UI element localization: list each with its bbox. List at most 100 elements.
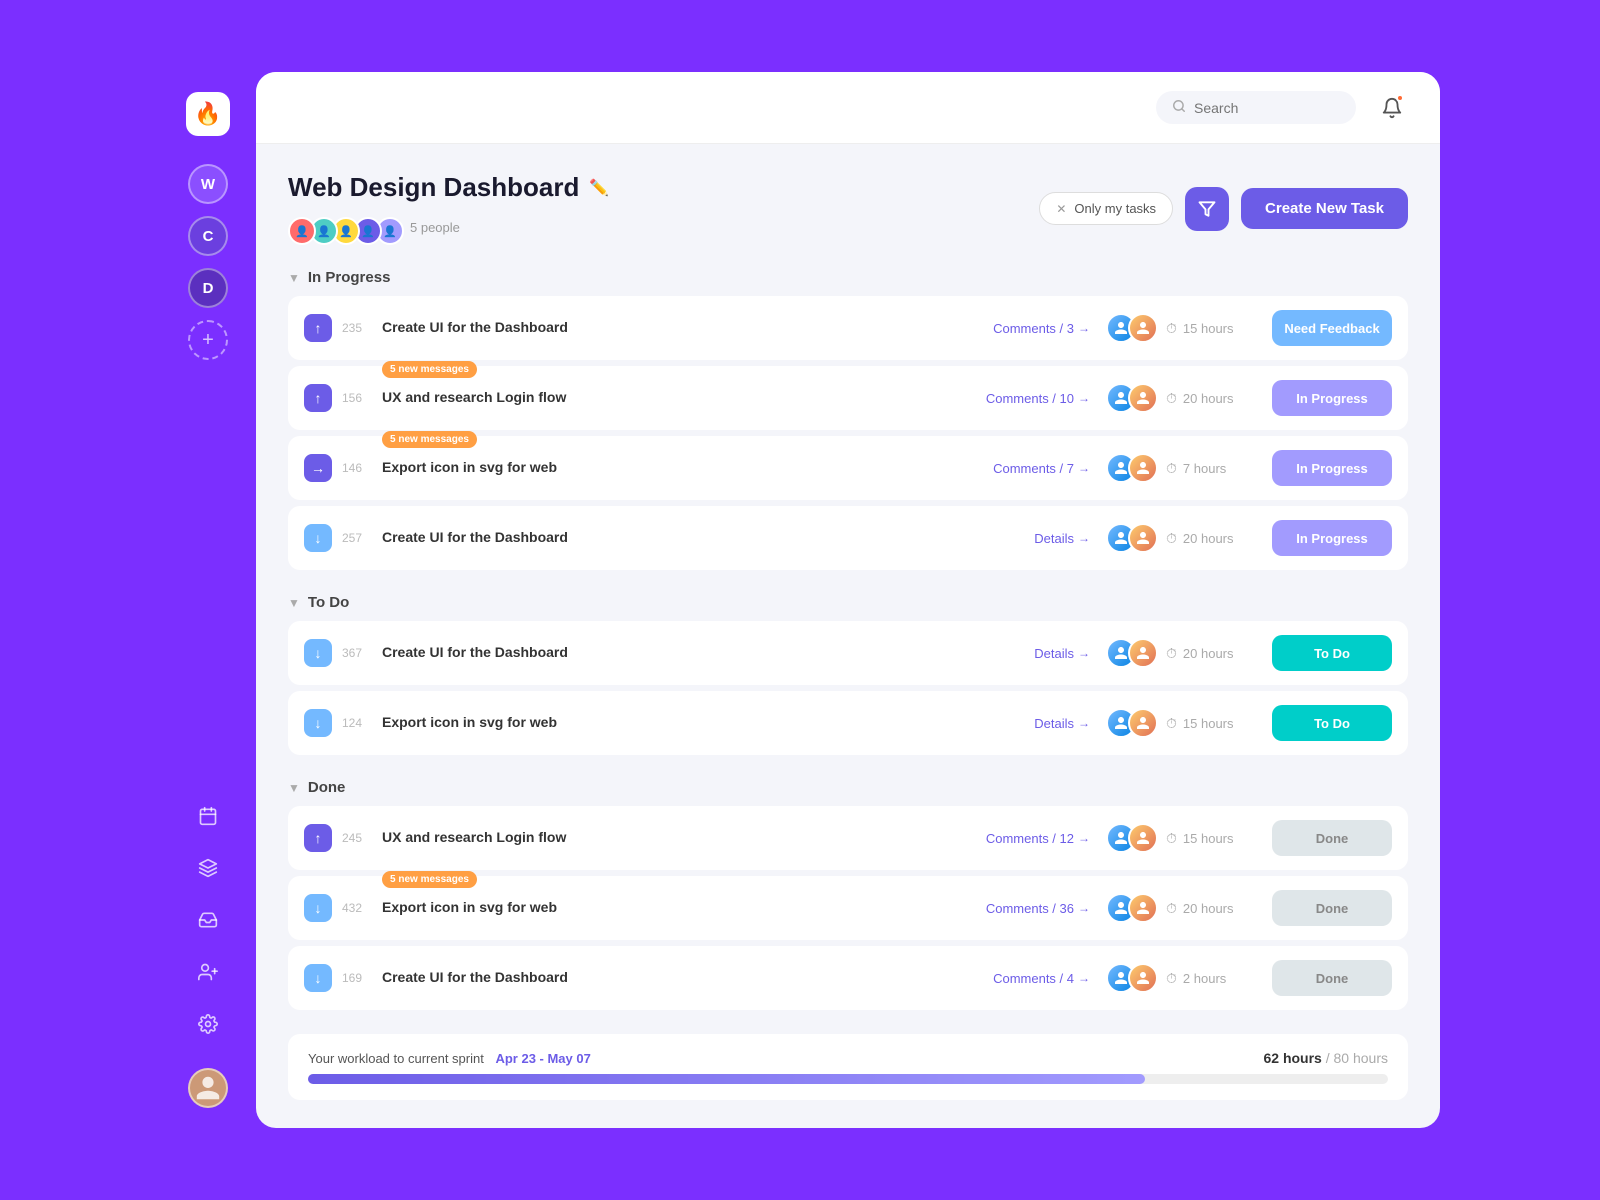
task-link[interactable]: Comments / 10 → bbox=[986, 391, 1090, 406]
task-assignees bbox=[1106, 823, 1150, 853]
task-hours: ⏱ 20 hours bbox=[1166, 390, 1256, 407]
layers-icon[interactable] bbox=[188, 848, 228, 888]
task-row: ↓ 367 Create UI for the Dashboard Detail… bbox=[288, 621, 1408, 685]
workload-hours: 62 hours / 80 hours bbox=[1263, 1050, 1388, 1066]
task-status-button[interactable]: Need Feedback bbox=[1272, 310, 1392, 346]
task-hours: ⏱ 20 hours bbox=[1166, 645, 1256, 662]
clock-icon: ⏱ bbox=[1166, 390, 1177, 407]
dashboard-header: Web Design Dashboard ✏️ 👤 👤 👤 👤 👤 5 peop… bbox=[288, 172, 1408, 245]
section-done: ▼ Done ↑ 245 UX and research Login flow … bbox=[288, 779, 1408, 1010]
clear-filter-icon[interactable]: ✕ bbox=[1056, 202, 1066, 216]
calendar-icon[interactable] bbox=[188, 796, 228, 836]
task-link[interactable]: Details → bbox=[1034, 716, 1090, 731]
clock-icon: ⏱ bbox=[1166, 970, 1177, 987]
task-status-button[interactable]: In Progress bbox=[1272, 380, 1392, 416]
task-name: Export icon in svg for web bbox=[382, 899, 557, 915]
task-name-area: Create UI for the Dashboard bbox=[382, 969, 993, 987]
task-status-button[interactable]: To Do bbox=[1272, 635, 1392, 671]
progress-bar-background bbox=[308, 1074, 1388, 1084]
task-link[interactable]: Comments / 7 → bbox=[993, 461, 1090, 476]
task-name: UX and research Login flow bbox=[382, 389, 566, 405]
section-header-in-progress[interactable]: ▼ In Progress bbox=[288, 269, 1408, 286]
task-row: ↓ 169 Create UI for the Dashboard Commen… bbox=[288, 946, 1408, 1010]
task-link[interactable]: Comments / 3 → bbox=[993, 321, 1090, 336]
task-link[interactable]: Comments / 36 → bbox=[986, 901, 1090, 916]
task-status-button[interactable]: Done bbox=[1272, 890, 1392, 926]
task-assignees bbox=[1106, 963, 1150, 993]
section-header-done[interactable]: ▼ Done bbox=[288, 779, 1408, 796]
task-status-button[interactable]: In Progress bbox=[1272, 450, 1392, 486]
workspace-w[interactable]: W bbox=[188, 164, 228, 204]
workspace-d[interactable]: D bbox=[188, 268, 228, 308]
edit-icon[interactable]: ✏️ bbox=[589, 178, 609, 198]
task-name: Create UI for the Dashboard bbox=[382, 319, 568, 335]
task-name: Create UI for the Dashboard bbox=[382, 969, 568, 985]
assignee-avatar-2 bbox=[1128, 963, 1158, 993]
task-assignees bbox=[1106, 523, 1150, 553]
section-header-to-do[interactable]: ▼ To Do bbox=[288, 594, 1408, 611]
tasks-container: ▼ In Progress ↑ 235 Create UI for the Da… bbox=[288, 269, 1408, 1010]
section-to-do: ▼ To Do ↓ 367 Create UI for the Dashboar… bbox=[288, 594, 1408, 755]
task-id: 146 bbox=[342, 461, 372, 475]
task-link[interactable]: Comments / 4 → bbox=[993, 971, 1090, 986]
assignee-avatar-2 bbox=[1128, 453, 1158, 483]
task-name: Export icon in svg for web bbox=[382, 459, 557, 475]
progress-bar-fill bbox=[308, 1074, 1145, 1084]
task-link[interactable]: Comments / 12 → bbox=[986, 831, 1090, 846]
settings-icon[interactable] bbox=[188, 1004, 228, 1044]
priority-icon: ↓ bbox=[304, 524, 332, 552]
inbox-icon[interactable] bbox=[188, 900, 228, 940]
assignee-avatar-2 bbox=[1128, 823, 1158, 853]
workload-section: Your workload to current sprint Apr 23 -… bbox=[288, 1034, 1408, 1100]
user-plus-icon[interactable] bbox=[188, 952, 228, 992]
app-logo[interactable]: 🔥 bbox=[186, 92, 230, 136]
assignee-avatar-2 bbox=[1128, 638, 1158, 668]
user-avatar[interactable] bbox=[188, 1068, 228, 1108]
task-assignees bbox=[1106, 893, 1150, 923]
only-my-tasks-filter[interactable]: ✕ Only my tasks bbox=[1039, 192, 1173, 225]
task-name: Create UI for the Dashboard bbox=[382, 644, 568, 660]
task-status-button[interactable]: Done bbox=[1272, 820, 1392, 856]
task-id: 235 bbox=[342, 321, 372, 335]
task-link[interactable]: Details → bbox=[1034, 531, 1090, 546]
section-title: Done bbox=[308, 779, 346, 796]
people-count: 5 people bbox=[410, 220, 460, 235]
hours-value: 15 hours bbox=[1183, 831, 1234, 846]
task-status-button[interactable]: Done bbox=[1272, 960, 1392, 996]
task-hours: ⏱ 7 hours bbox=[1166, 460, 1256, 477]
chevron-icon: ▼ bbox=[288, 596, 300, 610]
task-name: UX and research Login flow bbox=[382, 829, 566, 845]
task-link[interactable]: Details → bbox=[1034, 646, 1090, 661]
task-hours: ⏱ 15 hours bbox=[1166, 320, 1256, 337]
assignee-avatar-2 bbox=[1128, 383, 1158, 413]
add-workspace-button[interactable]: + bbox=[188, 320, 228, 360]
task-row: ↑ 235 Create UI for the Dashboard Commen… bbox=[288, 296, 1408, 360]
filter-button[interactable] bbox=[1185, 187, 1229, 231]
new-messages-badge: 5 new messages bbox=[382, 871, 477, 888]
search-box[interactable] bbox=[1156, 91, 1356, 124]
section-in-progress: ▼ In Progress ↑ 235 Create UI for the Da… bbox=[288, 269, 1408, 570]
dashboard-actions: ✕ Only my tasks Create New Task bbox=[1039, 187, 1408, 231]
new-messages-badge: 5 new messages bbox=[382, 361, 477, 378]
priority-icon: ↓ bbox=[304, 964, 332, 992]
task-assignees bbox=[1106, 453, 1150, 483]
clock-icon: ⏱ bbox=[1166, 530, 1177, 547]
task-name-area: 5 new messages Export icon in svg for we… bbox=[382, 899, 986, 917]
task-status-button[interactable]: To Do bbox=[1272, 705, 1392, 741]
notification-button[interactable] bbox=[1372, 88, 1412, 128]
create-task-button[interactable]: Create New Task bbox=[1241, 188, 1408, 229]
task-name-area: 5 new messages UX and research Login flo… bbox=[382, 389, 986, 407]
clock-icon: ⏱ bbox=[1166, 830, 1177, 847]
search-input[interactable] bbox=[1194, 100, 1340, 116]
assignee-avatar-2 bbox=[1128, 523, 1158, 553]
team-avatars: 👤 👤 👤 👤 👤 bbox=[288, 217, 398, 245]
workspace-c[interactable]: C bbox=[188, 216, 228, 256]
hours-value: 15 hours bbox=[1183, 321, 1234, 336]
priority-icon: ↓ bbox=[304, 709, 332, 737]
priority-icon: ↑ bbox=[304, 824, 332, 852]
section-title: In Progress bbox=[308, 269, 391, 286]
clock-icon: ⏱ bbox=[1166, 645, 1177, 662]
task-row: ↑ 245 UX and research Login flow Comment… bbox=[288, 806, 1408, 870]
topbar bbox=[256, 72, 1440, 144]
task-status-button[interactable]: In Progress bbox=[1272, 520, 1392, 556]
